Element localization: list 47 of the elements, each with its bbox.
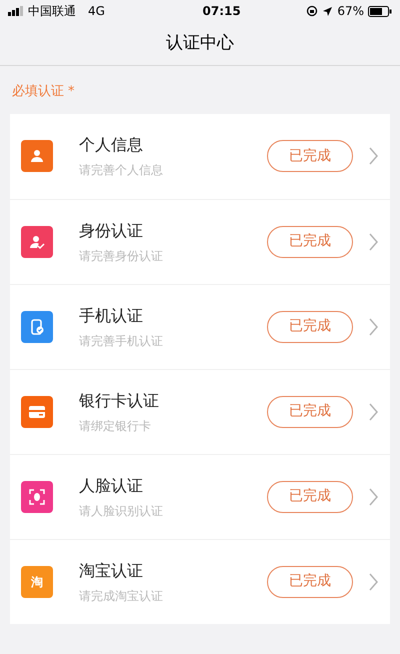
item-subtitle: 请完成淘宝认证 (79, 588, 164, 604)
item-title: 个人信息 (79, 134, 144, 156)
item-subtitle: 请绑定银行卡 (79, 418, 152, 434)
item-subtitle: 请完善个人信息 (79, 162, 164, 179)
signal-icon (8, 6, 24, 16)
item-title: 手机认证 (79, 304, 144, 326)
item-subtitle: 请完善身份认证 (79, 248, 164, 264)
verification-item[interactable]: 身份认证 请完善身份认证 已完成 (10, 198, 390, 284)
verification-item[interactable]: 淘 淘宝认证 请完成淘宝认证 已完成 (10, 538, 390, 624)
required-mark: * (68, 83, 74, 101)
taobao-icon: 淘 (31, 576, 43, 588)
person-icon (29, 148, 45, 164)
status-badge: 已完成 (267, 226, 353, 258)
location-arrow-icon (322, 6, 334, 16)
item-title: 淘宝认证 (79, 560, 144, 582)
person-check-icon (29, 234, 45, 250)
item-title: 人脸认证 (79, 474, 144, 496)
item-subtitle: 请人脸识别认证 (79, 502, 164, 520)
battery-icon (368, 6, 392, 16)
verification-item[interactable]: 银行卡认证 请绑定银行卡 已完成 (10, 368, 390, 454)
rotation-lock-icon (306, 5, 318, 17)
verification-item[interactable]: 个人信息 请完善个人信息 已完成 (10, 114, 390, 198)
battery-percent: 67% (337, 3, 364, 20)
chevron-right-icon (369, 488, 378, 506)
status-badge: 已完成 (267, 480, 353, 512)
phone-check-icon (29, 318, 45, 334)
chevron-right-icon (369, 147, 378, 165)
carrier-name: 中国联通 (28, 3, 76, 20)
face-scan-icon (29, 488, 45, 504)
chevron-right-icon (369, 402, 378, 420)
section-label: 必填认证 (12, 83, 64, 101)
clock-time: 07:15 (202, 3, 241, 20)
page-title: 认证中心 (166, 32, 234, 55)
verification-item[interactable]: 手机认证 请完善手机认证 已完成 (10, 284, 390, 368)
verification-item[interactable]: 人脸认证 请人脸识别认证 已完成 (10, 454, 390, 538)
status-badge: 已完成 (267, 140, 353, 172)
item-title: 银行卡认证 (79, 390, 160, 412)
status-badge: 已完成 (267, 396, 353, 428)
network-type: 4G (88, 3, 105, 20)
chevron-right-icon (369, 572, 378, 590)
item-subtitle: 请完善手机认证 (79, 332, 164, 350)
status-badge: 已完成 (267, 566, 353, 598)
item-title: 身份认证 (79, 220, 144, 242)
status-badge: 已完成 (267, 310, 353, 342)
card-icon (29, 406, 45, 418)
chevron-right-icon (369, 318, 378, 336)
chevron-right-icon (369, 232, 378, 250)
